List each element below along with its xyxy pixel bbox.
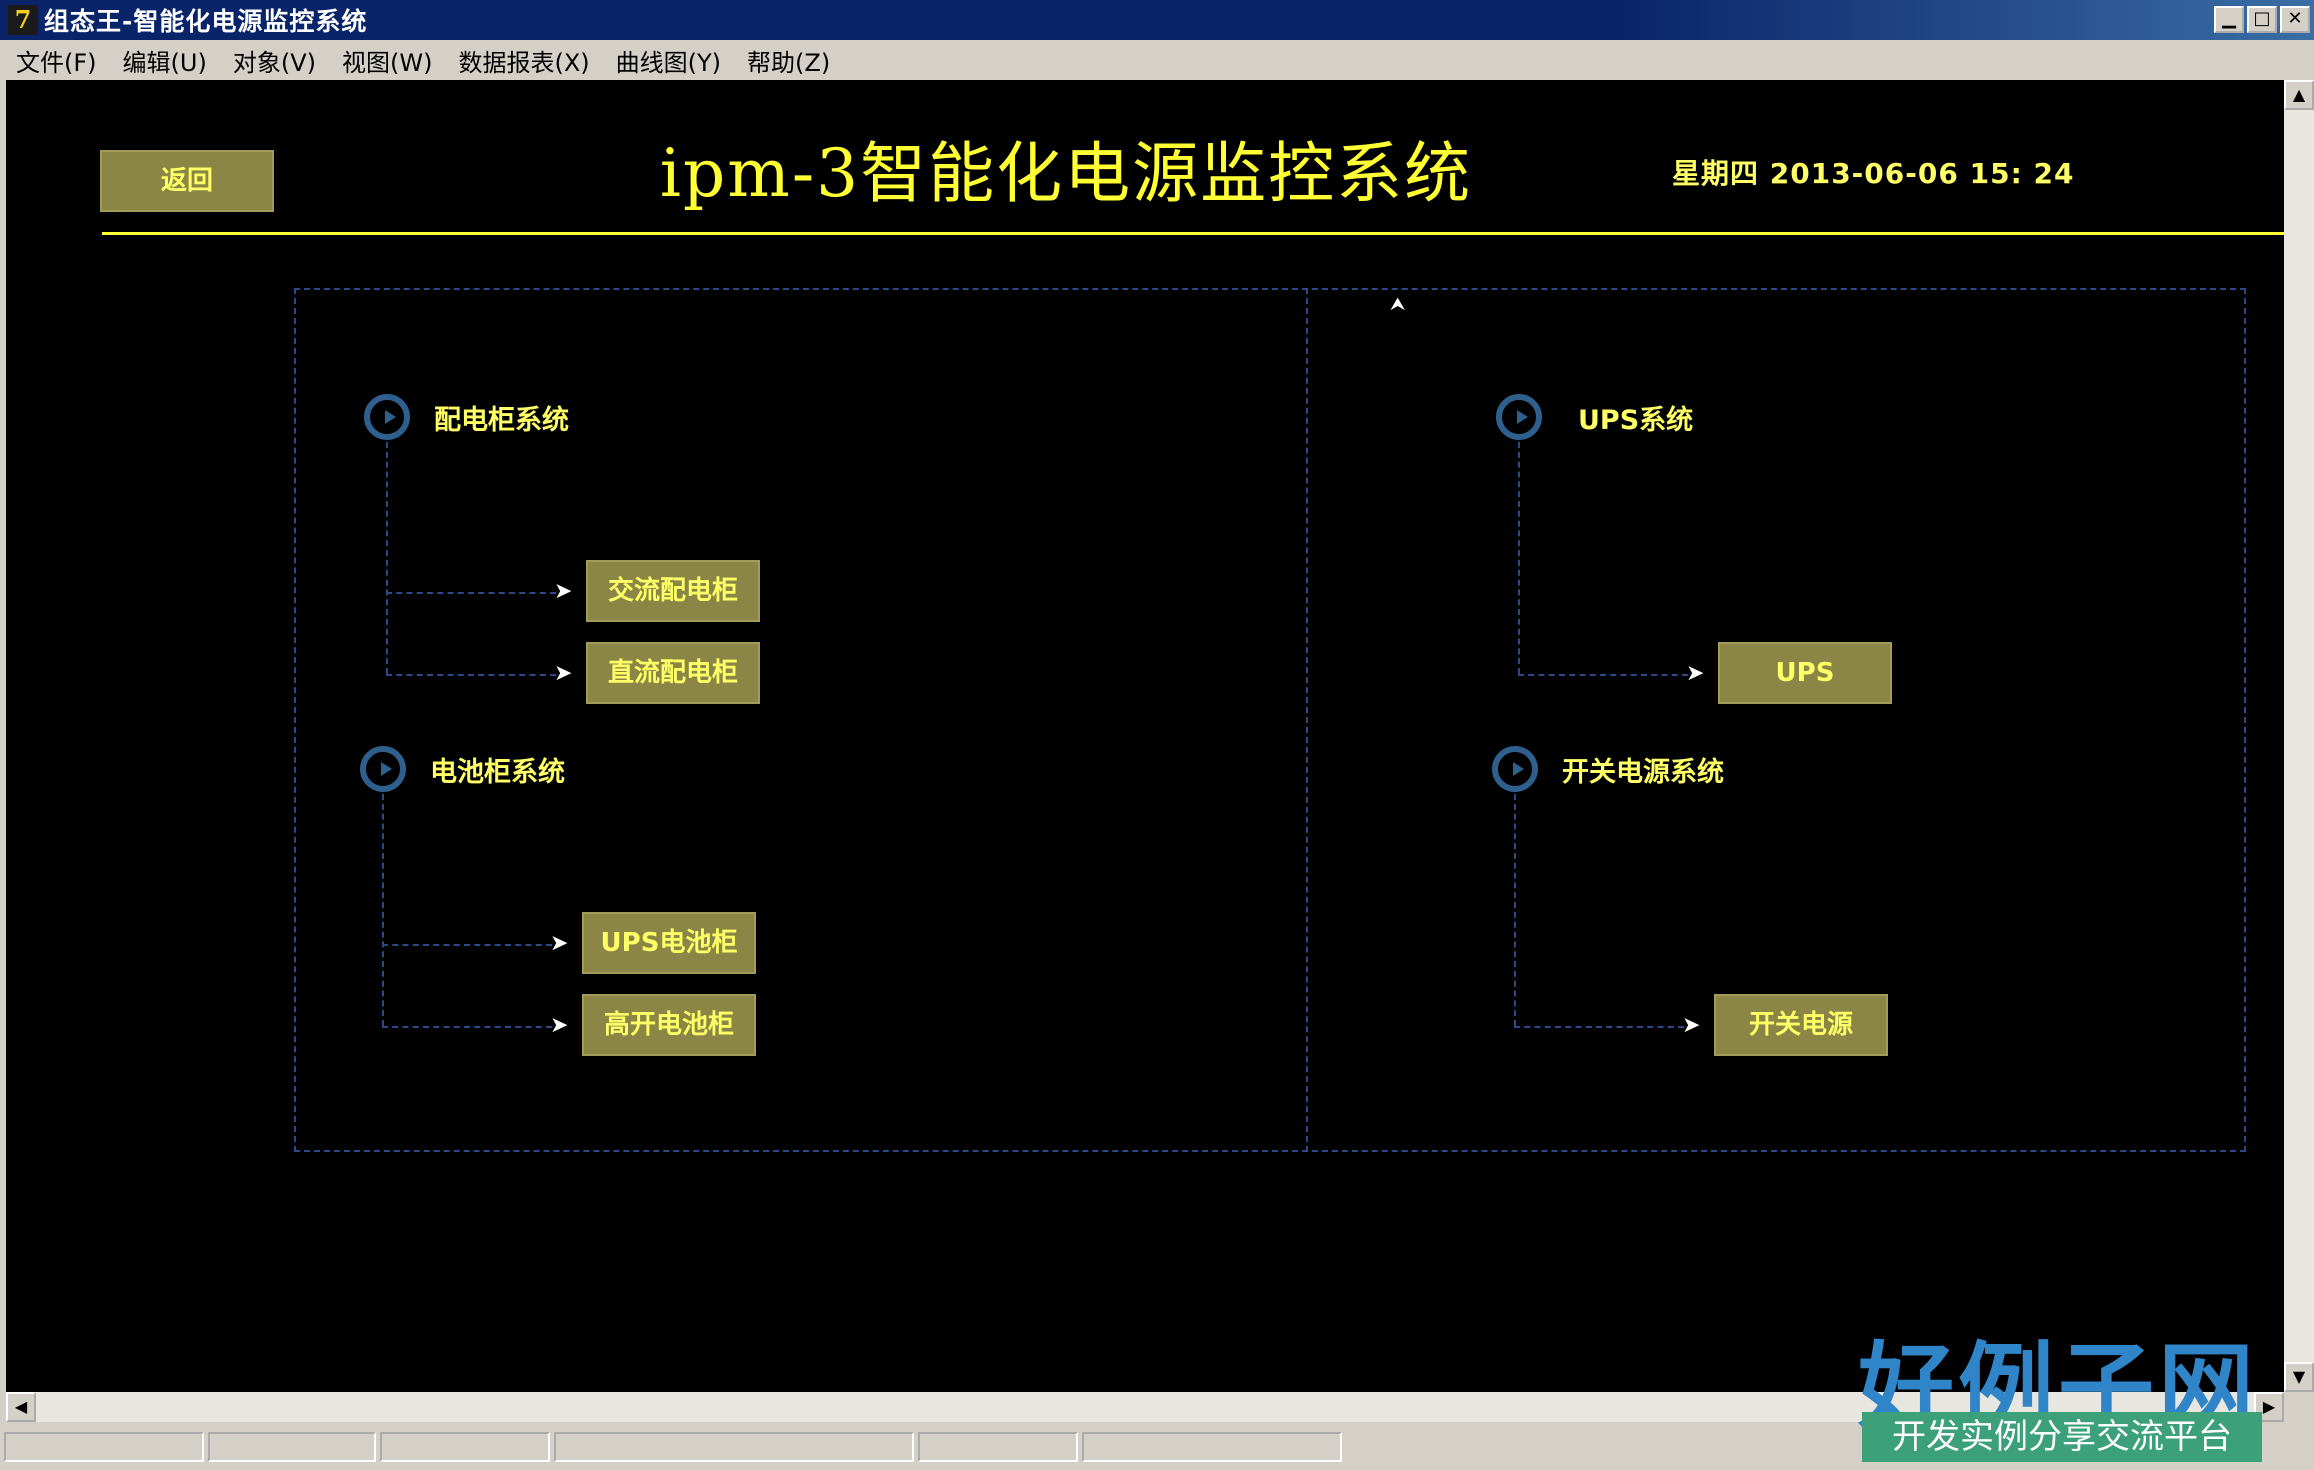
status-pane xyxy=(554,1432,914,1462)
arrow-right-icon: ➤ xyxy=(1682,1013,1701,1038)
connector-line xyxy=(1514,1026,1684,1028)
arrow-right-icon: ➤ xyxy=(554,661,573,686)
scroll-up-icon[interactable]: ▲ xyxy=(2284,80,2314,110)
connector-line xyxy=(382,944,552,946)
menu-file[interactable]: 文件(F) xyxy=(16,43,97,78)
menu-help[interactable]: 帮助(Z) xyxy=(747,43,830,78)
maximize-button[interactable]: □ xyxy=(2247,6,2277,33)
arrow-right-icon: ➤ xyxy=(550,931,569,956)
connector-line xyxy=(386,674,556,676)
connector-line xyxy=(386,442,388,674)
window-title: 组态王-智能化电源监控系统 xyxy=(44,7,368,36)
status-pane xyxy=(1082,1432,1342,1462)
menu-bar: 文件(F) 编辑(U) 对象(V) 视图(W) 数据报表(X) 曲线图(Y) 帮… xyxy=(0,40,2314,80)
scroll-left-icon[interactable]: ◀ xyxy=(6,1392,36,1422)
dc-distribution-cabinet-button[interactable]: 直流配电柜 xyxy=(586,642,760,704)
status-pane xyxy=(380,1432,550,1462)
status-pane xyxy=(918,1432,1078,1462)
connector-line xyxy=(1518,674,1688,676)
menu-curve[interactable]: 曲线图(Y) xyxy=(616,43,721,78)
menu-edit[interactable]: 编辑(U) xyxy=(123,43,207,78)
cursor-icon: ⮝ xyxy=(1390,294,1406,315)
connector-line xyxy=(386,592,556,594)
ups-battery-cabinet-button[interactable]: UPS电池柜 xyxy=(582,912,756,974)
app-logo-icon: 7 xyxy=(8,5,38,35)
distribution-cabinet-system-label: 配电柜系统 xyxy=(434,405,569,436)
main-canvas: 返回 ipm-3智能化电源监控系统 星期四 2013-06-06 15: 24 … xyxy=(6,80,2284,1392)
arrow-right-icon: ➤ xyxy=(554,579,573,604)
connector-line xyxy=(382,794,384,1026)
play-circle-icon[interactable] xyxy=(360,746,406,792)
watermark-subtitle: 开发实例分享交流平台 xyxy=(1862,1412,2262,1462)
datetime-display: 星期四 2013-06-06 15: 24 xyxy=(1672,157,2075,190)
connector-line xyxy=(1518,442,1520,674)
window-controls: ▁ □ ✕ xyxy=(2214,6,2310,33)
page-title: ipm-3智能化电源监控系统 xyxy=(659,135,1473,212)
panel-divider xyxy=(1306,288,1308,1152)
switching-power-system-label: 开关电源系统 xyxy=(1562,757,1724,788)
header-divider xyxy=(102,232,2284,235)
menu-object[interactable]: 对象(V) xyxy=(233,43,316,78)
play-circle-icon[interactable] xyxy=(364,394,410,440)
menu-view[interactable]: 视图(W) xyxy=(342,43,432,78)
status-pane xyxy=(208,1432,376,1462)
window-titlebar: 7 组态王-智能化电源监控系统 ▁ □ ✕ xyxy=(0,0,2314,40)
menu-data-report[interactable]: 数据报表(X) xyxy=(458,43,589,78)
arrow-right-icon: ➤ xyxy=(550,1013,569,1038)
scroll-down-icon[interactable]: ▼ xyxy=(2284,1362,2314,1392)
close-button[interactable]: ✕ xyxy=(2280,6,2310,33)
ac-distribution-cabinet-button[interactable]: 交流配电柜 xyxy=(586,560,760,622)
hv-battery-cabinet-button[interactable]: 高开电池柜 xyxy=(582,994,756,1056)
play-circle-icon[interactable] xyxy=(1492,746,1538,792)
battery-cabinet-system-label: 电池柜系统 xyxy=(430,757,565,788)
connector-line xyxy=(1514,794,1516,1026)
ups-system-label: UPS系统 xyxy=(1578,405,1694,436)
connector-line xyxy=(382,1026,552,1028)
play-circle-icon[interactable] xyxy=(1496,394,1542,440)
status-pane xyxy=(4,1432,204,1462)
switching-power-button[interactable]: 开关电源 xyxy=(1714,994,1888,1056)
vertical-scrollbar[interactable]: ▲ ▼ xyxy=(2284,80,2314,1392)
back-button[interactable]: 返回 xyxy=(100,150,274,212)
ups-button[interactable]: UPS xyxy=(1718,642,1892,704)
arrow-right-icon: ➤ xyxy=(1686,661,1705,686)
minimize-button[interactable]: ▁ xyxy=(2214,6,2244,33)
